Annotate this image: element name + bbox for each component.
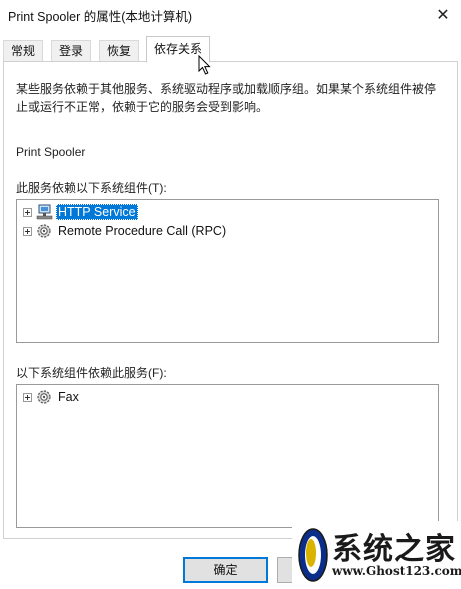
dependents-label: 以下系统组件依赖此服务(F): — [16, 366, 167, 380]
tree-node-label: HTTP Service — [56, 204, 138, 220]
site-watermark: 系统之家 www.Ghost123.com — [292, 521, 461, 589]
watermark-logo-icon — [298, 528, 328, 582]
depends-on-label: 此服务依赖以下系统组件(T): — [16, 181, 167, 195]
tree-node-label: Remote Procedure Call (RPC) — [58, 224, 227, 238]
expand-icon[interactable] — [23, 207, 32, 217]
tab-strip: 常规 登录 恢复 依存关系 — [0, 36, 461, 63]
tree-node-rpc[interactable]: Remote Procedure Call (RPC) — [23, 222, 228, 240]
service-gear-icon — [37, 390, 51, 404]
close-button[interactable]: ✕ — [425, 0, 461, 30]
network-component-icon — [36, 204, 53, 220]
expand-icon[interactable] — [23, 226, 32, 236]
tree-node-fax[interactable]: Fax — [23, 388, 81, 406]
depends-on-tree[interactable]: HTTP Service Remote Procedure Call (RPC) — [16, 199, 439, 343]
dependents-tree[interactable]: Fax — [16, 384, 439, 528]
expand-icon[interactable] — [23, 392, 32, 402]
mouse-cursor-icon — [198, 55, 211, 75]
tab-general[interactable]: 常规 — [3, 40, 43, 61]
title-bar: Print Spooler 的属性(本地计算机) ✕ — [0, 0, 461, 30]
tree-node-http-service[interactable]: HTTP Service — [23, 203, 138, 221]
close-icon: ✕ — [436, 7, 450, 24]
service-gear-icon — [37, 224, 51, 238]
service-name: Print Spooler — [16, 145, 86, 159]
tree-node-label: Fax — [58, 390, 79, 404]
ok-button[interactable]: 确定 — [183, 557, 268, 583]
dependencies-description: 某些服务依赖于其他服务、系统驱动程序或加载顺序组。如果某个系统组件被停止或运行不… — [16, 82, 437, 114]
window-title: Print Spooler 的属性(本地计算机) — [8, 10, 193, 24]
watermark-url: www.Ghost123.com — [332, 564, 461, 578]
tab-logon[interactable]: 登录 — [51, 40, 91, 61]
watermark-title: 系统之家 — [332, 532, 456, 567]
tab-recovery[interactable]: 恢复 — [99, 40, 139, 61]
